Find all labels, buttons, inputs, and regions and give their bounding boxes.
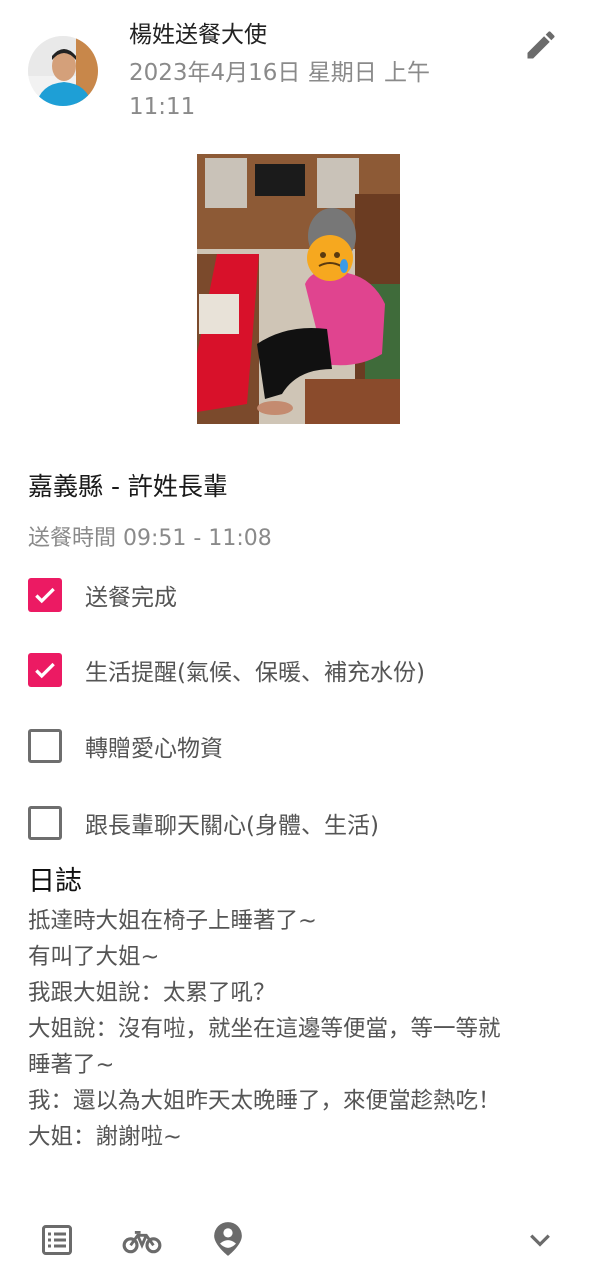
log-line: 我：還以為大姐昨天太晚睡了，來便當趁熱吃！ xyxy=(28,1088,501,1114)
bicycle-icon xyxy=(122,1231,162,1254)
checklist-label: 生活提醒(氣候、保暖、補充水份) xyxy=(85,660,425,686)
pencil-icon xyxy=(527,31,555,59)
post-header: 楊姓送餐大使 2023年4月16日 星期日 上午 11:11 xyxy=(0,0,592,140)
list-button[interactable] xyxy=(34,1217,80,1263)
log-line: 我跟大姐說：太累了吼？ xyxy=(28,980,276,1006)
checkmark-icon xyxy=(35,587,55,604)
checklist-label: 送餐完成 xyxy=(85,585,177,611)
checklist-label: 轉贈愛心物資 xyxy=(85,736,223,762)
log-line: 有叫了大姐~ xyxy=(28,944,160,970)
checkbox-unchecked[interactable] xyxy=(28,729,62,763)
log-line: 大姐說：沒有啦，就坐在這邊等便當，等一等就 xyxy=(28,1016,501,1042)
checkbox-checked[interactable] xyxy=(28,653,62,687)
recipient-title: 嘉義縣 - 許姓長輩 xyxy=(28,472,228,501)
delivery-time: 送餐時間 09:51 - 11:08 xyxy=(28,526,272,551)
log-title: 日誌 xyxy=(28,866,82,897)
post-datetime: 2023年4月16日 星期日 上午 11:11 xyxy=(129,60,431,120)
bottom-action-bar xyxy=(0,1208,592,1270)
checklist-item[interactable]: 轉贈愛心物資 xyxy=(28,728,223,764)
log-line: 大姐：謝謝啦~ xyxy=(28,1124,182,1150)
log-line: 抵達時大姐在椅子上睡著了~ xyxy=(28,908,317,934)
log-body: 抵達時大姐在椅子上睡著了~ 有叫了大姐~ 我跟大姐說：太累了吼？ 大姐說：沒有啦… xyxy=(28,903,573,1155)
checkbox-unchecked[interactable] xyxy=(28,806,62,840)
person-button[interactable] xyxy=(205,1216,251,1262)
person-pin-icon xyxy=(214,1222,242,1256)
checkbox-checked[interactable] xyxy=(28,578,62,612)
bicycle-button[interactable] xyxy=(119,1218,165,1264)
list-icon xyxy=(42,1225,72,1255)
expand-button[interactable] xyxy=(517,1217,563,1263)
edit-button[interactable] xyxy=(520,24,562,66)
checklist-item[interactable]: 跟長輩聊天關心(身體、生活) xyxy=(28,805,379,841)
chevron-down-icon xyxy=(530,1234,550,1247)
log-line: 睡著了~ xyxy=(28,1052,115,1078)
checkmark-icon xyxy=(35,662,55,679)
author-avatar[interactable] xyxy=(28,36,98,106)
checklist-label: 跟長輩聊天關心(身體、生活) xyxy=(85,813,379,839)
checklist-item[interactable]: 送餐完成 xyxy=(28,577,177,613)
person-avatar-icon xyxy=(28,36,98,106)
checklist-item[interactable]: 生活提醒(氣候、保暖、補充水份) xyxy=(28,652,425,688)
author-name[interactable]: 楊姓送餐大使 xyxy=(129,20,267,50)
photo-elderly-woman-seated xyxy=(197,154,400,424)
delivery-photo[interactable] xyxy=(197,154,400,424)
